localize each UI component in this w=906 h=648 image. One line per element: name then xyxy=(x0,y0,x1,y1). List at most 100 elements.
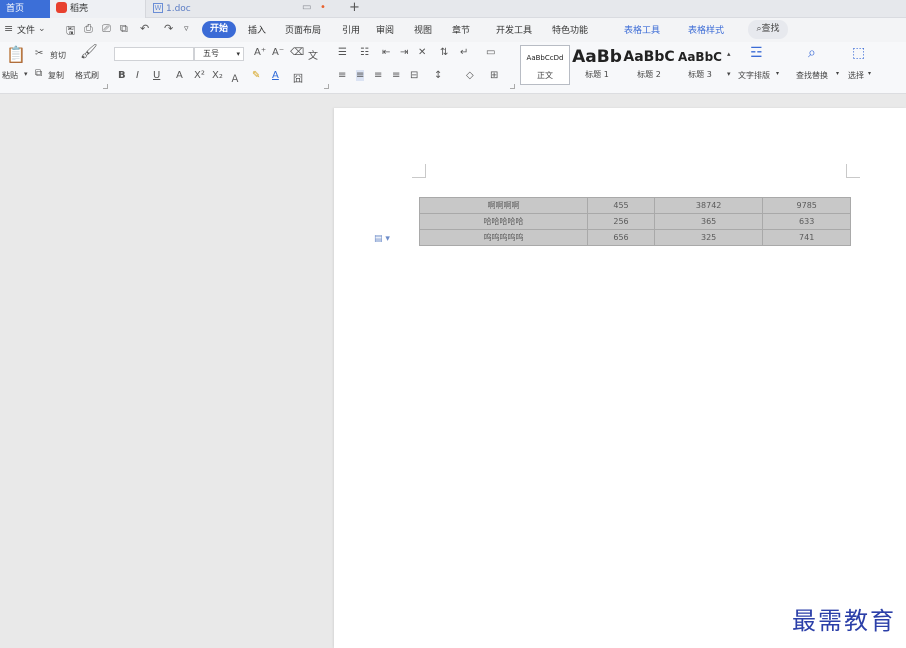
paragraph-options-icon[interactable]: ▤ ▾ xyxy=(374,234,390,244)
font-color-effects-icon[interactable]: A xyxy=(176,70,183,81)
menu-page-layout[interactable]: 页面布局 xyxy=(285,23,321,36)
table-cell[interactable]: 256 xyxy=(587,213,655,230)
menu-insert[interactable]: 插入 xyxy=(248,23,266,36)
undo-icon[interactable]: ↶ xyxy=(140,22,149,35)
bullet-list-icon[interactable]: ☰ xyxy=(338,47,347,58)
tab-document[interactable]: W 1.doc xyxy=(147,0,347,18)
tab-daoke[interactable]: 稻壳 xyxy=(50,0,146,18)
menu-features[interactable]: 特色功能 xyxy=(552,23,588,36)
select-dropdown-icon[interactable]: ▾ xyxy=(868,70,871,77)
customize-dropdown-icon[interactable]: ▿ xyxy=(184,24,189,34)
text-effect-icon[interactable]: Ａ xyxy=(230,70,240,85)
redo-icon[interactable]: ↷ xyxy=(164,22,173,35)
table-cell[interactable]: 656 xyxy=(587,229,655,246)
font-size-select[interactable]: 五号 ▾ xyxy=(194,47,244,61)
justify-icon[interactable]: ≡ xyxy=(392,70,400,81)
print-preview-icon[interactable]: ⧉ xyxy=(120,22,128,36)
styles-more-icon[interactable]: ▾ xyxy=(727,70,731,78)
menu-references[interactable]: 引用 xyxy=(342,23,360,36)
decrease-indent-icon[interactable]: ⇤ xyxy=(382,47,390,58)
data-table[interactable]: 啊啊啊啊 455 38742 9785 哈哈哈哈哈 256 365 633 呜呜… xyxy=(418,197,851,246)
format-painter-icon[interactable]: 🖌 xyxy=(80,44,98,60)
copy-button[interactable]: 复制 xyxy=(48,70,64,81)
style-normal[interactable]: AaBbCcDd 正文 xyxy=(520,45,570,85)
print-icon[interactable]: ⎚ xyxy=(102,22,111,36)
paragraph-group-expander[interactable] xyxy=(510,84,515,89)
cut-button[interactable]: 剪切 xyxy=(50,50,66,61)
menu-chapter[interactable]: 章节 xyxy=(452,23,470,36)
align-center-icon[interactable]: ≡ xyxy=(356,70,365,81)
increase-indent-icon[interactable]: ⇥ xyxy=(400,47,408,58)
table-cell[interactable]: 哈哈哈哈哈 xyxy=(418,213,589,230)
paste-icon[interactable]: 📋 xyxy=(6,45,26,64)
font-group-expander[interactable] xyxy=(324,84,329,89)
show-marks-icon[interactable]: ↵ xyxy=(460,47,468,58)
table-cell[interactable]: 365 xyxy=(653,213,764,230)
table-cell[interactable]: 455 xyxy=(587,197,655,214)
output-icon[interactable]: ⎙ xyxy=(84,22,93,36)
line-spacing-icon[interactable]: ↕ xyxy=(434,70,442,81)
superscript-icon[interactable]: X² xyxy=(194,70,205,81)
phonetic-guide-icon[interactable]: 文 xyxy=(308,47,318,62)
text-layout-icon[interactable]: ☲ xyxy=(750,45,763,61)
table-cell[interactable]: 633 xyxy=(762,213,851,230)
menu-view[interactable]: 视图 xyxy=(414,23,432,36)
table-cell[interactable]: 741 xyxy=(762,229,851,246)
align-right-icon[interactable]: ≡ xyxy=(374,70,382,81)
table-cell[interactable]: 325 xyxy=(653,229,764,246)
font-name-select[interactable] xyxy=(114,47,194,61)
table-cell[interactable]: 呜呜呜呜呜 xyxy=(418,229,589,246)
paste-button[interactable]: 粘贴 xyxy=(2,70,18,81)
menu-review[interactable]: 审阅 xyxy=(376,23,394,36)
grow-font-icon[interactable]: A⁺ xyxy=(254,47,266,58)
borders-icon[interactable]: ⊞ xyxy=(490,70,498,81)
text-layout-button[interactable]: 文字排版 xyxy=(738,70,770,81)
bold-icon[interactable]: B xyxy=(118,70,126,81)
document-page[interactable]: ▤ ▾ 啊啊啊啊 455 38742 9785 哈哈哈哈哈 256 365 63… xyxy=(334,108,906,648)
select-button[interactable]: 选择 xyxy=(848,70,864,81)
tab-home[interactable]: 首页 xyxy=(0,0,50,18)
styles-scroll-up-icon[interactable]: ▴ xyxy=(727,50,731,58)
menu-developer[interactable]: 开发工具 xyxy=(496,23,532,36)
distribute-icon[interactable]: ⊟ xyxy=(410,70,418,81)
menu-file[interactable]: 文件 xyxy=(17,23,35,36)
menu-start[interactable]: 开始 xyxy=(202,21,236,38)
cut-icon[interactable]: ✂ xyxy=(35,48,43,59)
select-icon[interactable]: ⬚ xyxy=(852,45,865,61)
style-heading-1[interactable]: AaBb 标题 1 xyxy=(572,45,622,85)
style-heading-3[interactable]: AaBbC 标题 3 xyxy=(674,45,726,85)
menu-table-style[interactable]: 表格样式 xyxy=(688,23,724,36)
clipboard-group-expander[interactable] xyxy=(103,84,108,89)
paste-dropdown-icon[interactable]: ▾ xyxy=(24,70,28,78)
monitor-icon[interactable]: ▭ xyxy=(302,2,311,13)
copy-icon[interactable]: ⧉ xyxy=(35,68,42,79)
menu-hamburger-icon[interactable]: ≡ xyxy=(4,22,13,35)
shrink-font-icon[interactable]: A⁻ xyxy=(272,47,284,58)
sort-icon[interactable]: ⇅ xyxy=(440,47,448,58)
clear-format-icon[interactable]: ⌫ xyxy=(290,47,304,58)
numbered-list-icon[interactable]: ☷ xyxy=(360,47,369,58)
find-replace-icon[interactable]: ⌕ xyxy=(808,45,816,61)
search-button[interactable]: ⌕查找 xyxy=(748,20,788,39)
table-cell[interactable]: 9785 xyxy=(762,197,851,214)
table-cell[interactable]: 38742 xyxy=(653,197,764,214)
shading-icon[interactable]: ◇ xyxy=(466,70,474,81)
file-dropdown-icon[interactable]: ⌄ xyxy=(38,24,46,34)
save-icon[interactable]: 🖫 xyxy=(66,22,75,41)
menu-table-tools[interactable]: 表格工具 xyxy=(624,23,660,36)
new-tab-button[interactable]: + xyxy=(349,0,360,16)
find-replace-dropdown-icon[interactable]: ▾ xyxy=(836,70,839,77)
italic-icon[interactable]: I xyxy=(136,70,139,81)
chinese-layout-icon[interactable]: ✕ xyxy=(418,47,426,58)
find-replace-button[interactable]: 查找替换 xyxy=(796,70,828,81)
table-grid-icon[interactable]: ▭ xyxy=(486,47,495,58)
align-left-icon[interactable]: ≡ xyxy=(338,70,346,81)
format-painter-button[interactable]: 格式刷 xyxy=(75,70,99,81)
font-color-icon[interactable]: A xyxy=(272,70,279,81)
subscript-icon[interactable]: X₂ xyxy=(212,70,223,81)
table-cell[interactable]: 啊啊啊啊 xyxy=(418,197,589,214)
highlight-icon[interactable]: ✎ xyxy=(252,70,260,81)
character-border-icon[interactable]: 囧 xyxy=(293,70,303,85)
text-layout-dropdown-icon[interactable]: ▾ xyxy=(776,70,779,77)
style-heading-2[interactable]: AaBbC 标题 2 xyxy=(622,45,676,85)
